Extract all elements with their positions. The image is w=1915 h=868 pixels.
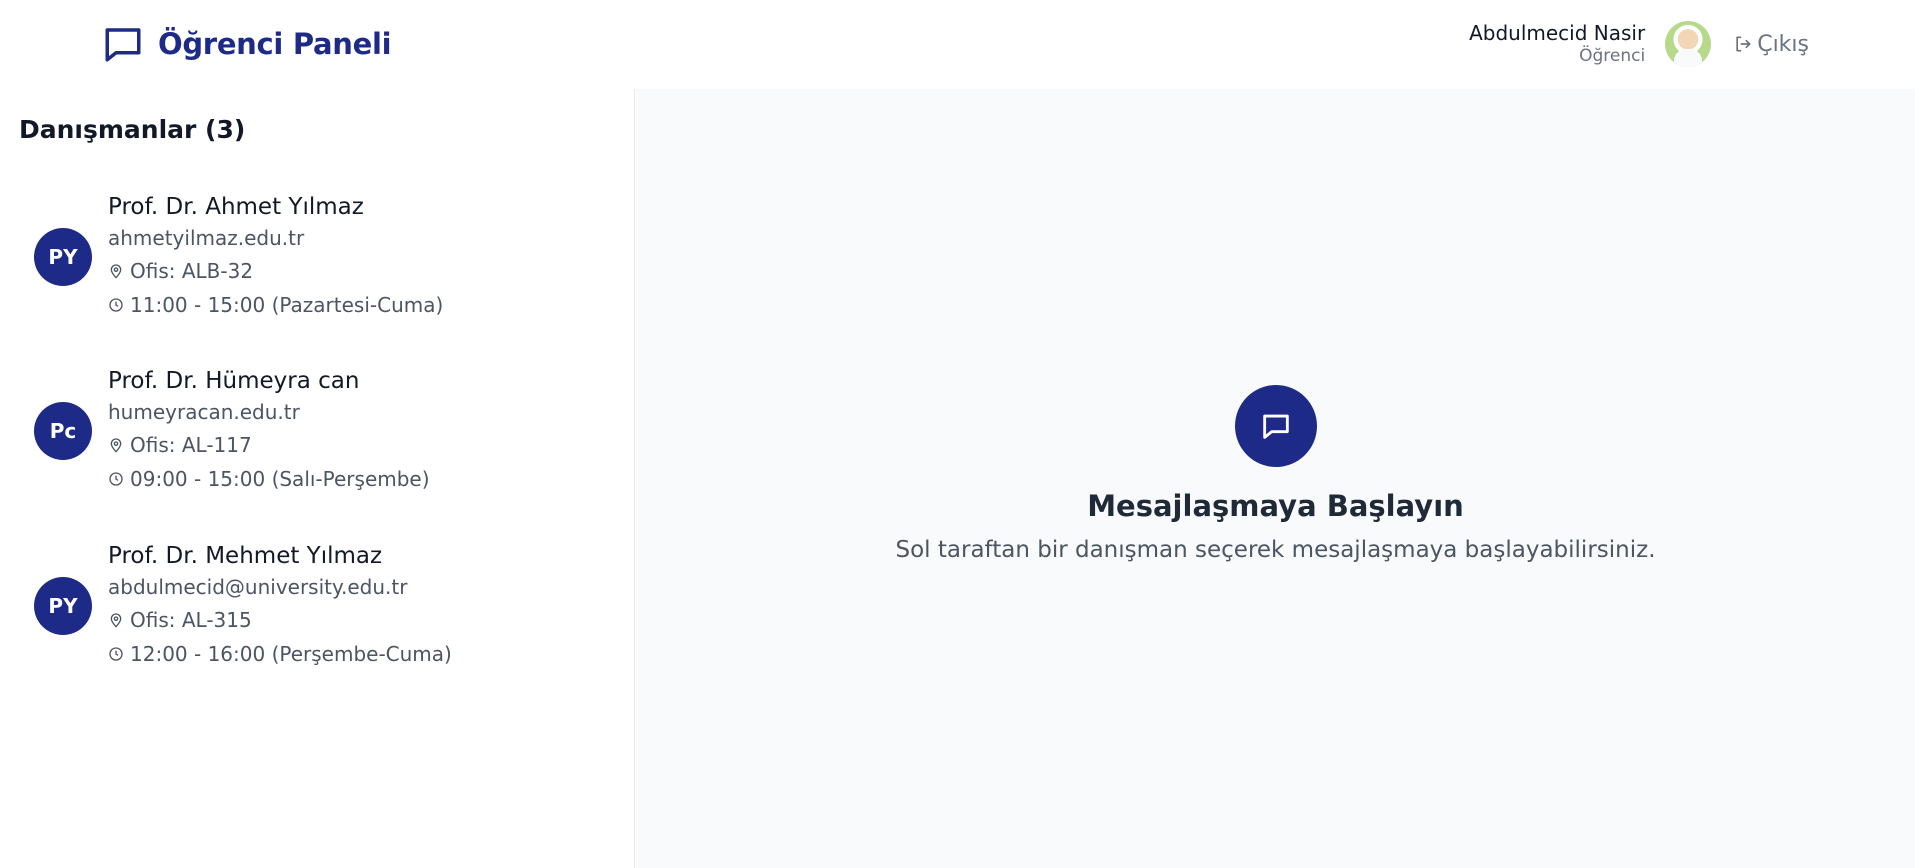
user-area: Abdulmecid Nasir Öğrenci Çıkış	[1469, 20, 1809, 68]
advisor-office-text: Ofis: AL-117	[130, 433, 252, 457]
chat-bubble-icon	[102, 23, 144, 65]
advisor-hours-text: 11:00 - 15:00 (Pazartesi-Cuma)	[130, 293, 444, 317]
advisor-email: abdulmecid@university.edu.tr	[108, 575, 408, 599]
advisor-info: Prof. Dr. Mehmet Yılmaz abdulmecid@unive…	[108, 541, 452, 671]
user-role: Öğrenci	[1579, 46, 1646, 66]
advisor-hours-text: 09:00 - 15:00 (Salı-Perşembe)	[130, 467, 430, 491]
advisor-hours: 12:00 - 16:00 (Perşembe-Cuma)	[108, 637, 452, 671]
advisor-office-text: Ofis: AL-315	[130, 608, 252, 632]
avatar[interactable]	[1665, 21, 1712, 67]
advisor-item[interactable]: PY Prof. Dr. Ahmet Yılmaz ahmetyilmaz.ed…	[0, 192, 634, 352]
app-header: Öğrenci Paneli Abdulmecid Nasir Öğrenci …	[0, 0, 1915, 89]
advisor-name: Prof. Dr. Mehmet Yılmaz	[108, 543, 383, 569]
logout-button[interactable]: Çıkış	[1733, 32, 1809, 57]
advisor-info: Prof. Dr. Ahmet Yılmaz ahmetyilmaz.edu.t…	[108, 192, 443, 322]
advisor-hours-text: 12:00 - 16:00 (Perşembe-Cuma)	[130, 642, 452, 666]
advisor-sidebar: Danışmanlar (3) PY Prof. Dr. Ahmet Yılma…	[0, 89, 635, 868]
location-pin-icon	[108, 612, 124, 628]
advisor-office: Ofis: AL-117	[108, 428, 430, 462]
advisor-office: Ofis: AL-315	[108, 603, 452, 637]
advisor-hours: 09:00 - 15:00 (Salı-Perşembe)	[108, 462, 430, 496]
advisor-avatar: PY	[34, 228, 92, 286]
app-title: Öğrenci Paneli	[158, 27, 392, 61]
advisor-name: Prof. Dr. Hümeyra can	[108, 368, 360, 394]
advisor-office: Ofis: ALB-32	[108, 254, 443, 288]
user-info: Abdulmecid Nasir Öğrenci	[1469, 21, 1645, 67]
advisor-info: Prof. Dr. Hümeyra can humeyracan.edu.tr …	[108, 366, 430, 496]
advisor-name: Prof. Dr. Ahmet Yılmaz	[108, 194, 364, 220]
logout-label: Çıkış	[1757, 31, 1809, 57]
brand[interactable]: Öğrenci Paneli	[102, 23, 392, 65]
chat-bubble-icon	[1234, 385, 1317, 467]
empty-state: Mesajlaşmaya Başlayın Sol taraftan bir d…	[636, 385, 1915, 563]
advisor-email: humeyracan.edu.tr	[108, 400, 300, 424]
clock-icon	[108, 471, 124, 487]
chat-area: Mesajlaşmaya Başlayın Sol taraftan bir d…	[636, 89, 1915, 868]
clock-icon	[108, 297, 124, 313]
advisor-email: ahmetyilmaz.edu.tr	[108, 226, 305, 250]
logout-arrow-icon	[1733, 34, 1753, 54]
clock-icon	[108, 646, 124, 662]
advisor-avatar: PY	[34, 577, 92, 635]
location-pin-icon	[108, 437, 124, 453]
empty-state-text: Sol taraftan bir danışman seçerek mesajl…	[895, 537, 1656, 563]
advisor-avatar: Pc	[34, 402, 92, 460]
advisor-item[interactable]: Pc Prof. Dr. Hümeyra can humeyracan.edu.…	[0, 366, 634, 526]
user-name: Abdulmecid Nasir	[1469, 21, 1646, 45]
location-pin-icon	[108, 263, 124, 279]
sidebar-title: Danışmanlar (3)	[19, 115, 246, 144]
advisor-hours: 11:00 - 15:00 (Pazartesi-Cuma)	[108, 288, 443, 322]
advisor-item[interactable]: PY Prof. Dr. Mehmet Yılmaz abdulmecid@un…	[0, 541, 634, 701]
advisor-office-text: Ofis: ALB-32	[130, 259, 254, 283]
empty-state-title: Mesajlaşmaya Başlayın	[1087, 489, 1464, 523]
avatar-shirt	[1674, 49, 1703, 67]
